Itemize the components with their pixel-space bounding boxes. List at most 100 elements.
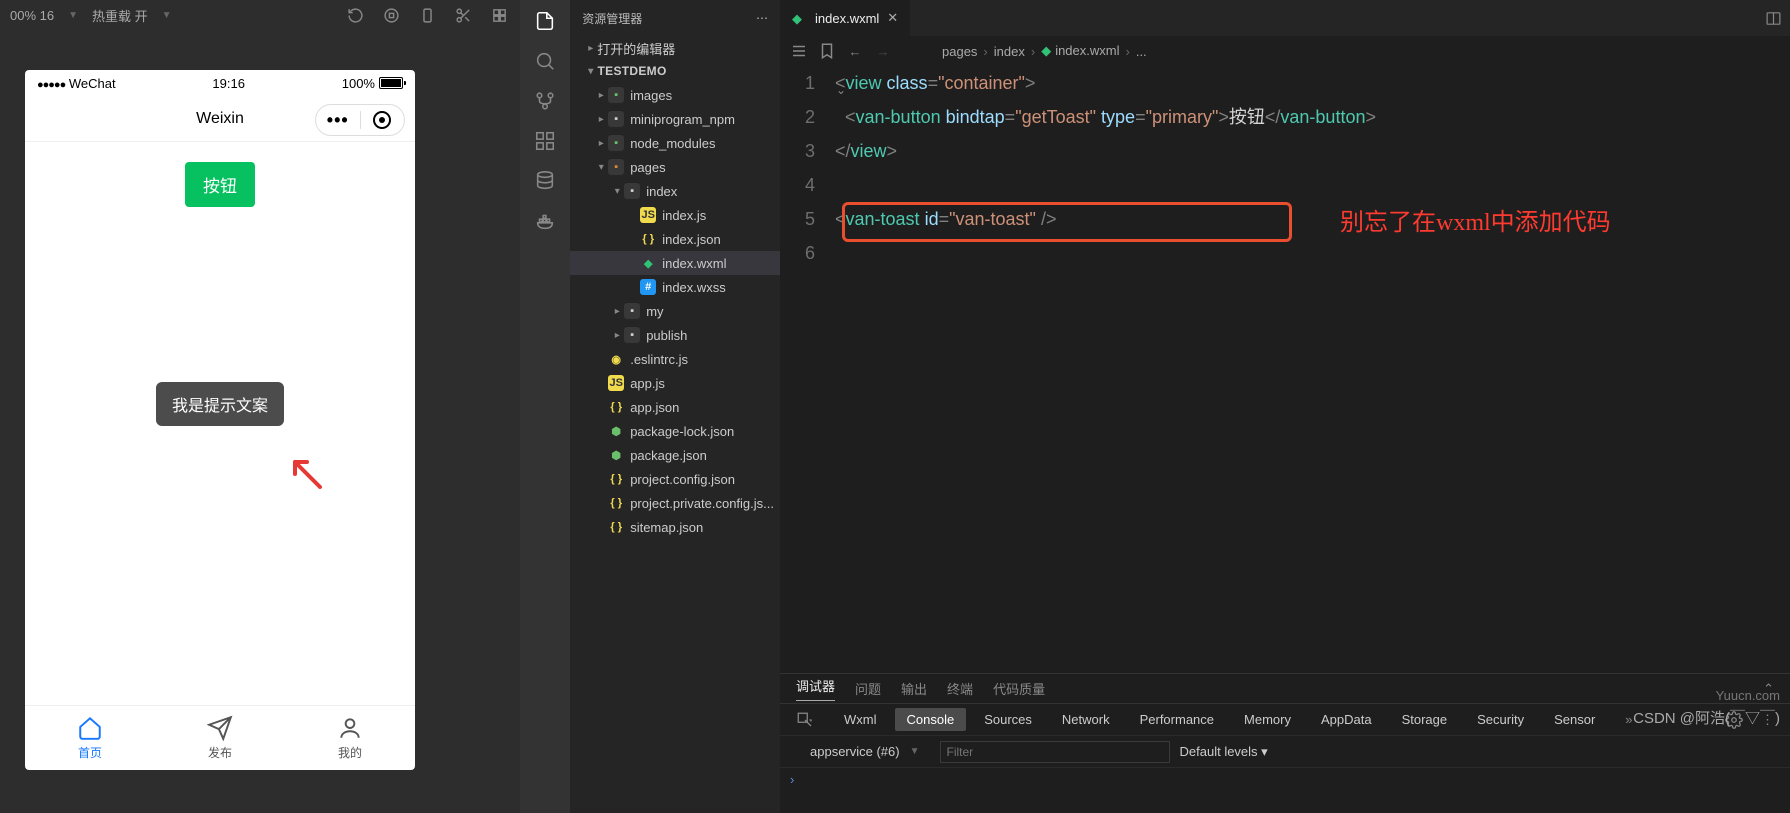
forward-icon[interactable]: → (874, 42, 892, 60)
stop-icon[interactable] (380, 4, 402, 26)
breadcrumb-item[interactable]: ... (1136, 44, 1147, 59)
devtools-tab-终端[interactable]: 终端 (947, 679, 973, 698)
tab-label: 我的 (338, 744, 362, 761)
breadcrumb-bar: ← → pages›index›◆index.wxml›... (780, 36, 1790, 66)
status-time: 19:16 (212, 76, 245, 91)
devtools-subtab-Security[interactable]: Security (1465, 708, 1536, 731)
devtools-subtab-Performance[interactable]: Performance (1128, 708, 1226, 731)
file-index.js[interactable]: JSindex.js (570, 203, 780, 227)
list-icon[interactable] (790, 42, 808, 60)
open-editors-section[interactable]: ▸ 打开的编辑器 (570, 36, 780, 61)
capsule-button[interactable]: ••• (315, 104, 405, 136)
annotation-text: 别忘了在wxml中添加代码 (1340, 206, 1611, 240)
docker-icon[interactable] (530, 206, 560, 236)
bookmark-icon[interactable] (818, 42, 836, 60)
file-images[interactable]: ▸▪images (570, 83, 780, 107)
devtools-subtab-Sensor[interactable]: Sensor (1542, 708, 1607, 731)
search-icon[interactable] (530, 46, 560, 76)
battery-icon (379, 77, 403, 89)
file-app.json[interactable]: { }app.json (570, 395, 780, 419)
devtools-tab-问题[interactable]: 问题 (855, 679, 881, 698)
branch-icon[interactable] (530, 86, 560, 116)
more-icon[interactable]: ••• (327, 110, 349, 131)
log-levels-select[interactable]: Default levels ▾ (1180, 744, 1268, 760)
wxml-file-icon: ◆ (792, 11, 807, 26)
file-index.json[interactable]: { }index.json (570, 227, 780, 251)
breadcrumb-item[interactable]: pages (942, 44, 977, 59)
file-index.wxss[interactable]: #index.wxss (570, 275, 780, 299)
file-my[interactable]: ▸▪my (570, 299, 780, 323)
more-icon[interactable]: ⋯ (756, 11, 768, 25)
devtools-tab-调试器[interactable]: 调试器 (796, 676, 835, 701)
devtools-tab-代码质量[interactable]: 代码质量 (993, 679, 1045, 698)
tab-home[interactable]: 首页 (25, 706, 155, 770)
file-.eslintrc.js[interactable]: ◉.eslintrc.js (570, 347, 780, 371)
file-project.private.config.js...[interactable]: { }project.private.config.js... (570, 491, 780, 515)
refresh-icon[interactable] (344, 4, 366, 26)
file-pages[interactable]: ▾▪pages (570, 155, 780, 179)
devtools-subtab-Sources[interactable]: Sources (972, 708, 1044, 731)
more-icon[interactable]: » (1625, 712, 1632, 727)
file-project.config.json[interactable]: { }project.config.json (570, 467, 780, 491)
extensions-icon[interactable] (530, 126, 560, 156)
file-publish[interactable]: ▸▪publish (570, 323, 780, 347)
phone-simulator: ●●●●● WeChat 19:16 100% Weixin ••• 按钮 我是… (25, 70, 415, 770)
activity-bar (520, 0, 570, 813)
cut-icon[interactable] (452, 4, 474, 26)
annotation-box (842, 202, 1292, 242)
filter-input[interactable] (940, 741, 1170, 763)
file-sitemap.json[interactable]: { }sitemap.json (570, 515, 780, 539)
file-node_modules[interactable]: ▸▪node_modules (570, 131, 780, 155)
tab-label: index.wxml (815, 11, 879, 26)
explorer-title: 资源管理器 (582, 10, 642, 27)
breadcrumb-item[interactable]: index (994, 44, 1025, 59)
database-icon[interactable] (530, 166, 560, 196)
split-editor-icon[interactable] (1762, 7, 1784, 29)
file-miniprogram_npm[interactable]: ▸▪miniprogram_npm (570, 107, 780, 131)
devtools-subtab-Wxml[interactable]: Wxml (832, 708, 889, 731)
device-icon[interactable] (416, 4, 438, 26)
watermark: CSDN @阿浩(￣▽￣) (1633, 707, 1780, 728)
devtools-subtab-Storage[interactable]: Storage (1390, 708, 1460, 731)
annotation-arrow-icon (285, 452, 325, 497)
file-index[interactable]: ▾▪index (570, 179, 780, 203)
devtools-subtab-Memory[interactable]: Memory (1232, 708, 1303, 731)
tab-label: 发布 (208, 744, 232, 761)
devtools-tab-输出[interactable]: 输出 (901, 679, 927, 698)
tab-profile[interactable]: 我的 (285, 706, 415, 770)
context-select[interactable]: appservice (#6) (810, 744, 900, 759)
devtools-panel: 调试器问题输出终端代码质量 ⌃ WxmlConsoleSourcesNetwor… (780, 673, 1790, 813)
hot-reload-toggle[interactable]: 热重载 开 (92, 6, 148, 25)
battery-pct: 100% (342, 76, 375, 91)
back-icon[interactable]: ← (846, 42, 864, 60)
devtools-subtab-Console[interactable]: Console (895, 708, 967, 731)
explorer-icon[interactable] (530, 6, 560, 36)
signal-dots-icon: ●●●●● (37, 79, 65, 91)
zoom-level[interactable]: 00% 16 (10, 8, 54, 23)
file-package.json[interactable]: ⬢package.json (570, 443, 780, 467)
watermark: Yuucn.com (1716, 688, 1780, 703)
inspect-icon[interactable] (796, 711, 814, 729)
close-icon[interactable]: ✕ (887, 10, 898, 26)
file-index.wxml[interactable]: ◆index.wxml (570, 251, 780, 275)
window-icon[interactable] (488, 4, 510, 26)
primary-button[interactable]: 按钮 (185, 162, 255, 207)
project-root[interactable]: ▾ TESTDEMO (570, 61, 780, 81)
devtools-subtab-Network[interactable]: Network (1050, 708, 1122, 731)
tab-index-wxml[interactable]: ◆ index.wxml ✕ (780, 0, 911, 36)
file-app.js[interactable]: JSapp.js (570, 371, 780, 395)
page-title: Weixin (196, 110, 244, 128)
simulator-toolbar: 00% 16▼ 热重载 开▼ (0, 0, 520, 30)
target-icon[interactable] (373, 111, 391, 129)
tab-publish[interactable]: 发布 (155, 706, 285, 770)
explorer-panel: 资源管理器 ⋯ ▸ 打开的编辑器 ▾ TESTDEMO ▸▪images▸▪mi… (570, 0, 780, 813)
breadcrumb-item[interactable]: ◆index.wxml (1041, 43, 1119, 59)
devtools-subtab-AppData[interactable]: AppData (1309, 708, 1384, 731)
file-package-lock.json[interactable]: ⬢package-lock.json (570, 419, 780, 443)
toast-message: 我是提示文案 (156, 382, 284, 426)
editor-tabs: ◆ index.wxml ✕ (780, 0, 1790, 36)
code-editor[interactable]: ⌄ 1<view class="container">2 <van-button… (780, 66, 1790, 673)
console-prompt[interactable]: › (790, 772, 794, 787)
tab-label: 首页 (78, 744, 102, 761)
carrier-label: WeChat (69, 76, 116, 91)
